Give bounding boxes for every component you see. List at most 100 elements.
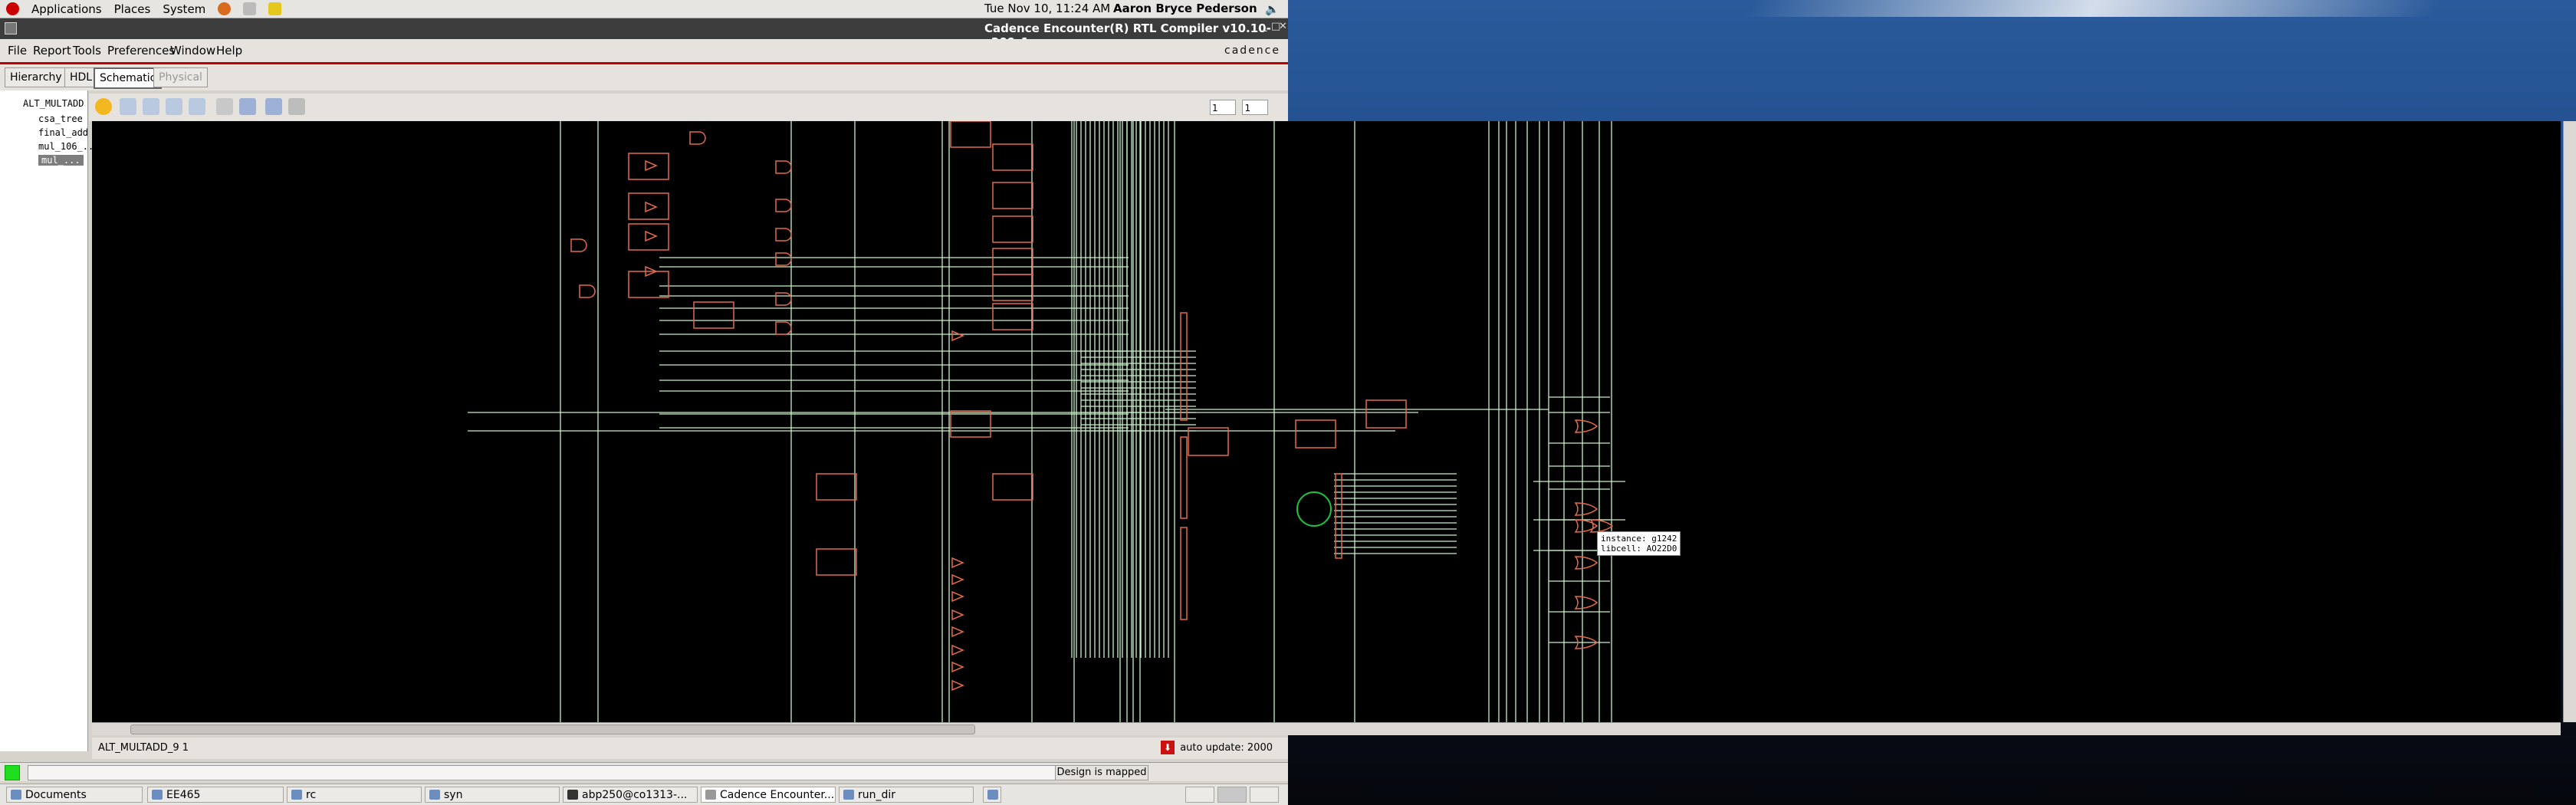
task-label: run_dir xyxy=(858,789,896,801)
close-icon[interactable]: ✕ xyxy=(1279,21,1287,32)
window-titlebar[interactable]: Cadence Encounter(R) RTL Compiler v10.10… xyxy=(0,18,1288,63)
buffer-gate xyxy=(951,679,964,692)
doc-icon xyxy=(987,790,998,800)
or-gate xyxy=(1574,419,1598,433)
task-extra[interactable] xyxy=(983,787,1001,803)
zoom-in-icon[interactable] xyxy=(143,98,159,115)
status-message-field xyxy=(28,765,1056,780)
menu-tools[interactable]: Tools xyxy=(73,44,101,58)
zoom-area-icon[interactable] xyxy=(189,98,205,115)
print-icon[interactable] xyxy=(288,98,305,115)
task-run-dir[interactable]: run_dir xyxy=(839,787,974,803)
top-panel: Applications Places System Tue Nov 10, 1… xyxy=(0,0,1288,18)
schematic-drawing[interactable] xyxy=(92,121,2561,722)
menu-window[interactable]: Window xyxy=(170,44,215,58)
cell-box xyxy=(1188,427,1229,456)
buffer-gate xyxy=(951,644,964,656)
cell-box xyxy=(628,192,669,220)
notes-icon[interactable] xyxy=(268,2,282,15)
tree-item[interactable]: csa_tree xyxy=(38,113,83,124)
and-gate xyxy=(689,131,706,145)
system-menu[interactable]: System xyxy=(163,2,205,16)
tab-schematic[interactable]: Schematic xyxy=(94,67,163,89)
workspace-1[interactable] xyxy=(1185,787,1214,803)
cell-box xyxy=(992,215,1033,243)
places-menu[interactable]: Places xyxy=(114,2,151,16)
highlight-icon[interactable] xyxy=(239,98,256,115)
taskbar: Documents EE465 rc syn abp250@co1313-...… xyxy=(0,784,1288,805)
cell-box xyxy=(1180,312,1188,421)
canvas-vscrollbar[interactable] xyxy=(2563,121,2576,722)
page-current-input[interactable]: 1 xyxy=(1210,100,1236,115)
task-label: Documents xyxy=(25,789,87,801)
canvas-hscrollbar[interactable] xyxy=(92,722,2561,735)
buffer-gate xyxy=(951,557,964,569)
and-gate xyxy=(775,228,792,242)
window-menu-icon[interactable] xyxy=(5,22,17,34)
menu-file[interactable]: File xyxy=(8,44,27,58)
tree-item[interactable]: mul_106_... xyxy=(38,141,99,152)
abort-icon[interactable]: ⬇ xyxy=(1161,741,1175,754)
status-bar: Design is mapped xyxy=(0,762,1288,781)
buffer-gate xyxy=(645,159,658,172)
instance-tooltip: instance: g1242 libcell: AO22D0 xyxy=(1597,531,1681,556)
info-bar: ALT_MULTADD_9 1 ⬇ auto update: 2000 xyxy=(92,738,1288,759)
or-gate xyxy=(1589,519,1614,533)
schematic-toolbar: 1 1 xyxy=(89,94,1288,121)
refresh-icon[interactable] xyxy=(95,98,112,115)
task-cadence[interactable]: Cadence Encounter... xyxy=(701,787,836,803)
task-ee465[interactable]: EE465 xyxy=(147,787,284,803)
tab-hierarchy[interactable]: Hierarchy xyxy=(5,67,67,87)
and-gate xyxy=(775,252,792,266)
task-documents[interactable]: Documents xyxy=(6,787,143,803)
panel-username[interactable]: Aaron Bryce Pederson xyxy=(1113,2,1257,15)
mail-icon[interactable] xyxy=(243,2,257,15)
buffer-gate xyxy=(951,573,964,586)
and-gate xyxy=(775,292,792,306)
workspace-2[interactable] xyxy=(1217,787,1247,803)
tree-item-selected[interactable]: mul_... xyxy=(38,155,84,166)
cell-box xyxy=(992,182,1033,209)
cell-box xyxy=(816,473,857,501)
zoom-fit-icon[interactable] xyxy=(120,98,136,115)
applications-menu[interactable]: Applications xyxy=(31,2,102,16)
save-icon[interactable] xyxy=(265,98,282,115)
cell-box xyxy=(992,303,1033,330)
menu-report[interactable]: Report xyxy=(33,44,71,58)
tree-item[interactable]: final_add xyxy=(38,127,88,138)
cell-box xyxy=(992,248,1033,275)
workspace-3[interactable] xyxy=(1250,787,1279,803)
task-rc[interactable]: rc xyxy=(287,787,422,803)
window-icon xyxy=(705,790,716,800)
tree-root[interactable]: ALT_MULTADD xyxy=(23,98,84,109)
task-syn[interactable]: syn xyxy=(425,787,560,803)
tab-hdl[interactable]: HDL xyxy=(64,67,98,87)
folder-icon xyxy=(152,790,163,800)
firefox-icon[interactable] xyxy=(218,2,232,15)
cell-box xyxy=(950,121,991,148)
or-gate xyxy=(1574,502,1598,516)
cell-box xyxy=(1295,419,1336,449)
and-gate xyxy=(570,238,587,252)
minimize-icon[interactable]: _ xyxy=(1262,21,1267,32)
task-terminal[interactable]: abp250@co1313-... xyxy=(563,787,698,803)
cell-box xyxy=(1365,399,1407,429)
menu-help[interactable]: Help xyxy=(216,44,242,58)
tab-physical[interactable]: Physical xyxy=(153,67,208,87)
and-gate xyxy=(775,199,792,212)
zoom-out-icon[interactable] xyxy=(166,98,182,115)
buffer-gate xyxy=(951,609,964,621)
menu-preferences[interactable]: Preferences xyxy=(107,44,175,58)
wallpaper-streak xyxy=(1743,0,2443,17)
select-icon[interactable] xyxy=(216,98,233,115)
volume-icon[interactable]: 🔈 xyxy=(1265,2,1280,16)
buffer-gate xyxy=(951,661,964,673)
page-total-input[interactable]: 1 xyxy=(1242,100,1269,115)
cadence-logo: cadence xyxy=(1224,44,1280,57)
panel-clock[interactable]: Tue Nov 10, 11:24 AM xyxy=(984,2,1110,15)
folder-icon xyxy=(843,790,854,800)
buffer-gate xyxy=(645,201,658,213)
hscroll-thumb[interactable] xyxy=(130,724,975,734)
folder-icon xyxy=(291,790,302,800)
schematic-canvas[interactable] xyxy=(92,121,2561,722)
